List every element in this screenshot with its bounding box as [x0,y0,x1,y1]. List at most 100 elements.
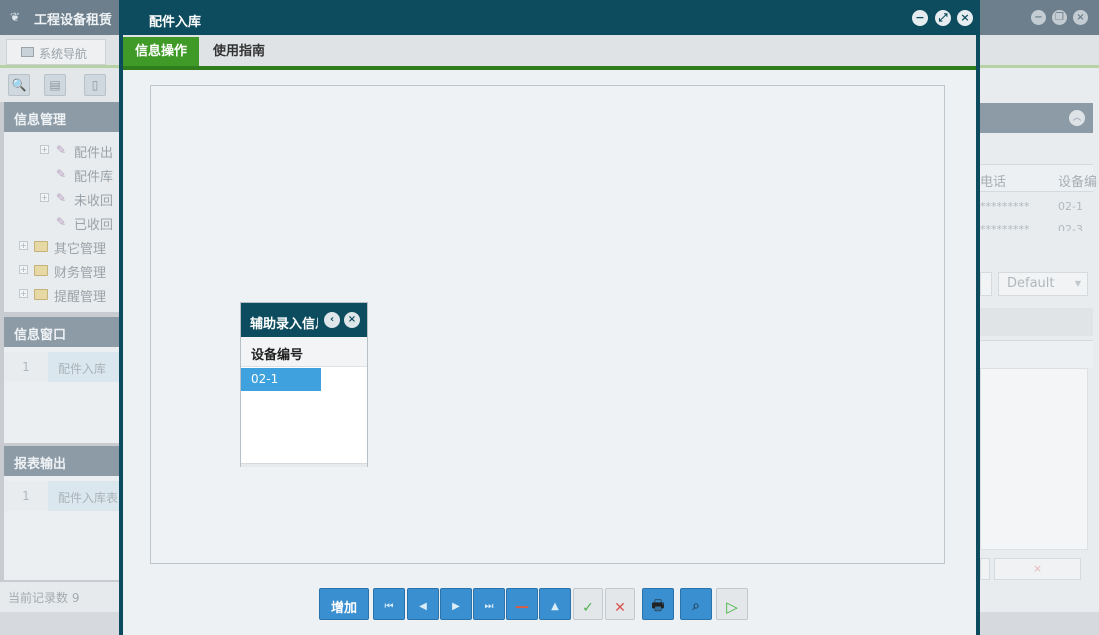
tree-item-label: 财务管理 [54,266,107,281]
wrench-icon: ✎ [56,143,67,157]
window-body: 信息操作 使用指南 辅助录入信息 ‹ × 设备编号 02-1 [123,35,976,635]
record-count: 当前记录数 9 [8,591,80,605]
background-right-panel: ︿ 电话 设备编 ********* 02-1 ********* 02-3 D… [980,68,1099,612]
window-title: 配件入库 [149,15,202,30]
list-item[interactable]: 1 配件入库表 [4,481,120,511]
confirm-button[interactable]: ✓ [573,588,603,620]
popup-header: 辅助录入信息 ‹ × [241,303,367,337]
edit-button[interactable]: ▲ [539,588,571,620]
prev-icon: ◀ [419,601,427,612]
expand-icon[interactable]: + [40,145,49,154]
close-icon: × [1032,562,1043,575]
run-button[interactable]: ▷ [716,588,748,620]
app-logo-icon: ❦ [10,10,21,24]
nav-toolbar: 🔍 ▤ ▯ [0,68,120,102]
grid-header: 电话 设备编 [980,164,1097,192]
add-button[interactable]: 增加 [319,588,369,620]
wrench-icon: ✎ [56,167,67,181]
next-record-button[interactable]: ▶ [440,588,472,620]
page-size-select[interactable]: Default ▼ [998,272,1088,296]
chevron-down-icon: ▼ [1074,279,1081,288]
tab-user-guide[interactable]: 使用指南 [213,37,283,66]
list-item[interactable]: 02-1 [241,368,321,391]
column-header-label: 设备编号 [251,348,304,363]
expand-icon[interactable]: + [19,265,28,274]
first-icon: ⏮ [384,601,394,612]
wrench-icon: ✎ [56,215,67,229]
tree-item[interactable]: + 提醒管理 [4,284,120,306]
tab-info-operation[interactable]: 信息操作 [123,37,199,66]
tree-item-label: 配件出 [74,146,114,161]
panel-title: 报表输出 [14,457,67,472]
tree-item[interactable]: + ✎ 配件出 [4,140,120,162]
grid-button[interactable] [980,558,990,580]
minimize-icon[interactable]: − [1031,10,1046,25]
last-record-button[interactable]: ⏭ [473,588,505,620]
list-item[interactable]: 1 配件入库 [4,352,120,382]
right-panel-header: ︿ [980,103,1093,133]
document-icon[interactable]: ▯ [84,74,106,96]
table-cell: 02-1 [1058,200,1083,213]
last-icon: ⏭ [484,601,494,612]
tree-item[interactable]: ✎ 配件库 [4,164,120,186]
collapse-icon[interactable]: ︿ [1069,110,1085,126]
check-icon: ✓ [582,600,594,616]
cancel-button[interactable]: ✕ [605,588,635,620]
panel-report-output[interactable]: 报表输出 [4,446,120,476]
tree-item-label: 未收回 [74,194,114,209]
minus-icon: — [515,599,529,615]
row-label: 配件入库 [58,362,107,376]
status-bar: 当前记录数 9 [0,582,120,612]
tree-item[interactable]: ✎ 已收回 [4,212,120,234]
column-header: 电话 [980,175,1007,190]
panel-info-management[interactable]: 信息管理 [4,102,120,132]
tree-item[interactable]: + ✎ 未收回 [4,188,120,210]
tree-item-label: 已收回 [74,218,114,233]
parts-inbound-window: 配件入库 − ⤢ × 信息操作 使用指南 辅助录入信息 ‹ × 设备编号 02-… [119,0,980,635]
close-icon[interactable]: × [957,10,973,26]
row-label: 配件入库表 [58,491,119,505]
expand-icon[interactable]: + [40,193,49,202]
tree-item-label: 提醒管理 [54,290,107,305]
tree-item[interactable]: + 其它管理 [4,236,120,258]
folder-icon [34,265,48,276]
list-icon[interactable]: ▤ [44,74,66,96]
column-header: 设备编号 [241,337,367,367]
panel-info-window[interactable]: 信息窗口 [4,317,120,347]
delete-row-button[interactable]: × [994,558,1081,580]
maximize-icon[interactable]: ⤢ [935,10,951,26]
folder-icon [34,289,48,300]
expand-icon[interactable]: + [19,241,28,250]
row-number: 1 [4,481,48,511]
tab-label: 系统导航 [39,47,88,61]
search-icon[interactable]: 🔍 [8,74,30,96]
delete-button[interactable]: — [506,588,538,620]
prev-record-button[interactable]: ◀ [407,588,439,620]
pager-field[interactable] [980,272,992,296]
first-record-button[interactable]: ⏮ [373,588,405,620]
expand-icon[interactable]: + [19,289,28,298]
up-icon: ▲ [551,601,559,612]
print-button[interactable]: 🖶 [642,588,674,620]
section-divider [980,308,1093,336]
preview-button[interactable]: ⌕ [680,588,712,620]
restore-icon[interactable]: ❐ [1052,10,1067,25]
app-title: 工程设备租赁 [34,13,113,28]
minimize-icon[interactable]: − [912,10,928,26]
window-icon [21,47,34,57]
table-row[interactable]: ********* 02-3 [980,221,1093,231]
select-value: Default [1007,276,1055,291]
close-icon[interactable]: × [1073,10,1088,25]
close-icon[interactable]: × [344,312,360,328]
tab-system-nav[interactable]: 系统导航 [6,39,106,65]
row-number: 1 [4,352,48,382]
play-icon: ▷ [726,598,738,616]
folder-icon [34,241,48,252]
table-row[interactable]: ********* 02-1 [980,198,1093,220]
collapse-left-icon[interactable]: ‹ [324,312,340,328]
grid-header [980,340,1093,368]
tree-item[interactable]: + 财务管理 [4,260,120,282]
printer-icon: 🖶 [651,598,665,614]
panel-title: 信息管理 [14,113,67,128]
next-icon: ▶ [452,601,460,612]
